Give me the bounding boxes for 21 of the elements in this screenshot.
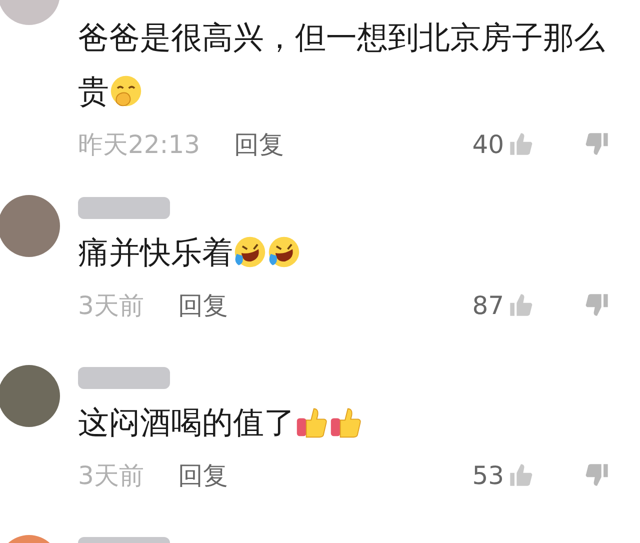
comment-time: 3天前	[78, 460, 144, 492]
comment-text: 爸爸是很高兴，但一想到北京房子那么贵	[78, 19, 606, 112]
reply-link[interactable]: 回复	[234, 128, 284, 160]
thumbs-up-icon[interactable]	[508, 131, 534, 157]
like-count: 53	[472, 460, 504, 490]
laughing-face-icon	[267, 235, 301, 269]
like-count: 40	[472, 130, 504, 158]
reply-link[interactable]: 回复	[178, 458, 228, 492]
comment-text: 这闷酒喝的值了	[78, 396, 610, 450]
comment-time: 3天前	[78, 290, 144, 322]
thumbs-down-icon[interactable]	[584, 292, 610, 318]
comment-time: 昨天22:13	[78, 128, 200, 160]
thumbs-up-icon[interactable]	[508, 292, 534, 318]
thumbs-down-icon[interactable]	[584, 131, 610, 157]
reply-link[interactable]: 回复	[178, 288, 228, 322]
laughing-face-icon	[233, 235, 267, 269]
thumbs-down-icon[interactable]	[584, 462, 610, 488]
comment-text: 痛并快乐着	[78, 226, 610, 280]
face-with-hand-icon	[109, 74, 143, 108]
like-count: 87	[472, 290, 504, 320]
thumbs-up-icon[interactable]	[508, 462, 534, 488]
